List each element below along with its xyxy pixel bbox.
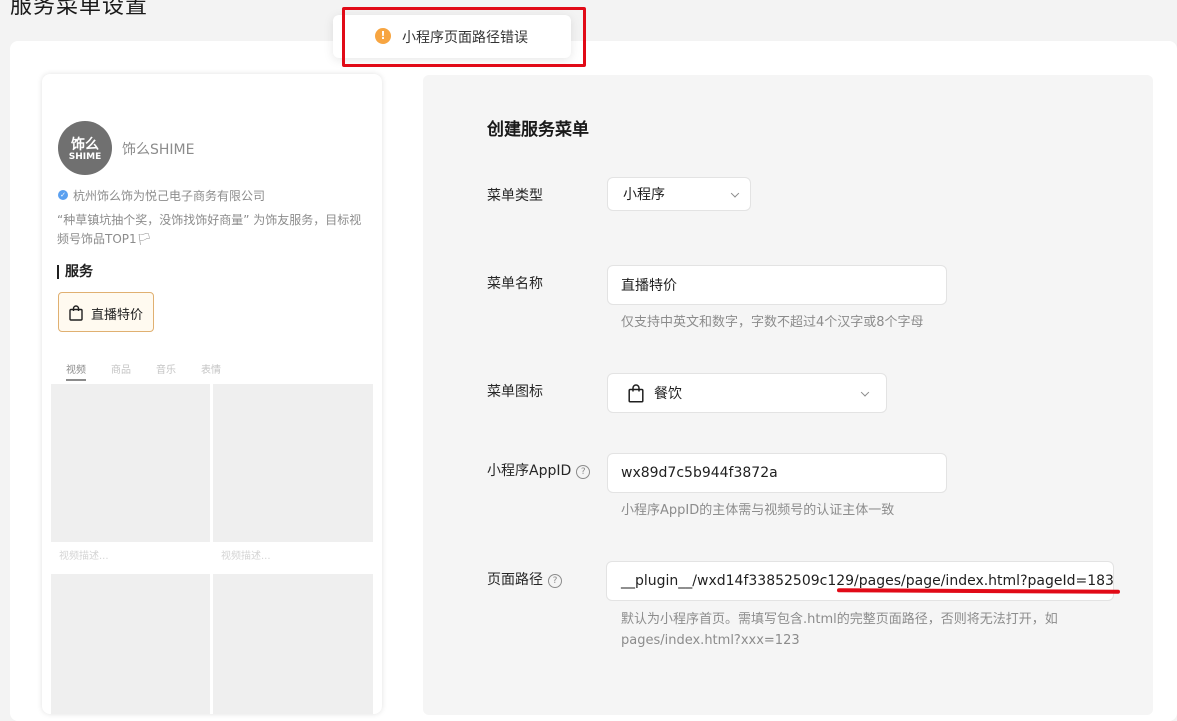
video-thumbnail[interactable] bbox=[213, 574, 373, 714]
service-heading: 服务 bbox=[57, 265, 93, 279]
page-path-hint: 默认为小程序首页。需填写包含.html的完整页面路径，否则将无法打开，如page… bbox=[621, 612, 1058, 648]
video-caption: 视频描述... bbox=[213, 542, 373, 572]
appid-value: wx89d7c5b944f3872a bbox=[621, 465, 778, 481]
chevron-down-icon bbox=[730, 189, 740, 198]
menu-name-label: 菜单名称 bbox=[487, 276, 543, 292]
avatar-logo-subtext: SHIME bbox=[68, 152, 102, 162]
help-icon[interactable]: ? bbox=[576, 465, 591, 479]
avatar-logo-text: 饰么 bbox=[71, 137, 99, 153]
account-name: 饰么SHIME bbox=[122, 142, 195, 158]
menu-type-label: 菜单类型 bbox=[487, 188, 543, 204]
service-chip-label: 直播特价 bbox=[91, 308, 144, 323]
appid-label: 小程序AppID? bbox=[487, 460, 591, 480]
appid-input[interactable]: wx89d7c5b944f3872a bbox=[607, 453, 947, 493]
page-path-label-text: 页面路径 bbox=[487, 572, 543, 588]
menu-name-value: 直播特价 bbox=[621, 278, 677, 294]
channel-preview: 饰么 SHIME 饰么SHIME ✓ 杭州饰么饰为悦己电子商务有限公司 “种草镇… bbox=[42, 74, 382, 714]
page-path-input[interactable]: __plugin__/wxd14f33852509c129/pages/page… bbox=[606, 561, 1114, 601]
shopping-bag-icon bbox=[628, 384, 644, 403]
menu-type-value: 小程序 bbox=[623, 187, 665, 203]
page-path-label: 页面路径? bbox=[487, 569, 562, 589]
video-thumbnail[interactable] bbox=[51, 574, 210, 714]
chevron-down-icon bbox=[860, 388, 870, 397]
menu-name-hint: 仅支持中英文和数字，字数不超过4个汉字或8个字母 bbox=[621, 315, 924, 330]
video-thumbnail[interactable] bbox=[213, 384, 373, 542]
appid-label-text: 小程序AppID bbox=[487, 463, 572, 479]
page-path-value: __plugin__/wxd14f33852509c129/pages/page… bbox=[621, 573, 1114, 589]
avatar: 饰么 SHIME bbox=[58, 121, 112, 175]
menu-icon-value: 餐饮 bbox=[654, 386, 682, 402]
form-title: 创建服务菜单 bbox=[487, 120, 589, 140]
service-menu-chip[interactable]: 直播特价 bbox=[58, 292, 154, 332]
page-title: 服务菜单设置 bbox=[10, 0, 149, 19]
shopping-bag-icon bbox=[69, 305, 83, 321]
menu-icon-select[interactable]: 餐饮 bbox=[607, 373, 887, 413]
highlight-box bbox=[342, 7, 586, 67]
menu-icon-label: 菜单图标 bbox=[487, 384, 543, 400]
account-bio: “种草镇坑抽个奖，没饰找饰好商量” 为饰友服务，目标视频号饰品TOP1🏳 bbox=[57, 213, 362, 246]
company-name: 杭州饰么饰为悦己电子商务有限公司 bbox=[73, 189, 266, 203]
appid-hint: 小程序AppID的主体需与视频号的认证主体一致 bbox=[621, 503, 895, 518]
video-thumbnail[interactable] bbox=[51, 384, 210, 542]
preview-tabs: 视频 商品 音乐 表情 bbox=[66, 361, 246, 381]
tab-products[interactable]: 商品 bbox=[111, 361, 131, 379]
verified-icon: ✓ bbox=[58, 190, 68, 200]
video-caption: 视频描述... bbox=[51, 542, 210, 572]
menu-type-select[interactable]: 小程序 bbox=[607, 177, 751, 211]
tab-music[interactable]: 音乐 bbox=[156, 361, 176, 379]
menu-name-input[interactable]: 直播特价 bbox=[607, 265, 947, 305]
tab-stickers[interactable]: 表情 bbox=[201, 361, 221, 379]
tab-video[interactable]: 视频 bbox=[66, 361, 86, 381]
help-icon[interactable]: ? bbox=[548, 574, 562, 588]
